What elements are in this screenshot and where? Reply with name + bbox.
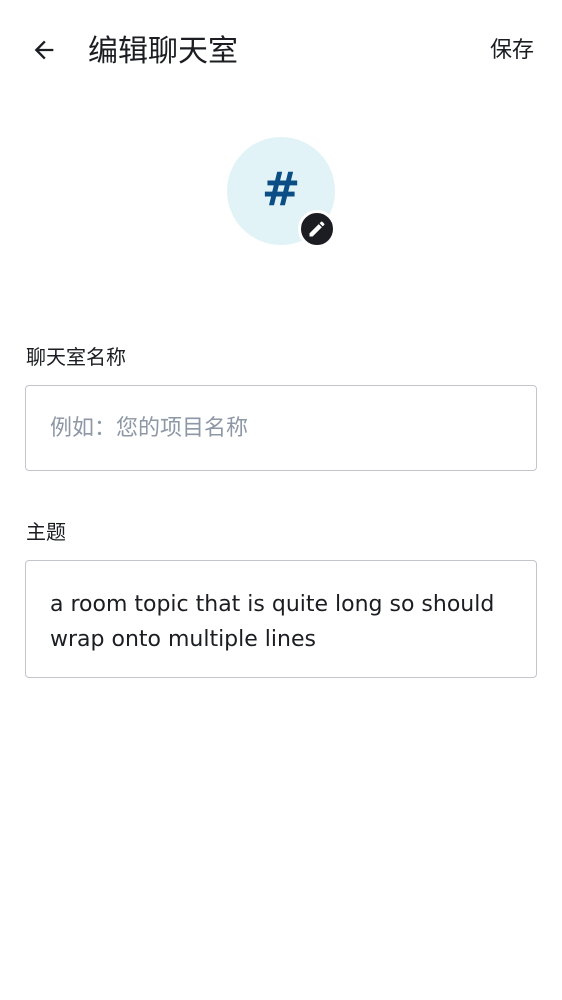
room-name-field[interactable] bbox=[25, 385, 537, 471]
pencil-icon bbox=[309, 221, 325, 237]
edit-room-screen: 编辑聊天室 保存 # 聊天室名称 主题 a room topic that is… bbox=[0, 0, 562, 1000]
save-button[interactable]: 保存 bbox=[490, 34, 534, 68]
topic-field[interactable]: a room topic that is quite long so shoul… bbox=[25, 560, 537, 678]
page-title: 编辑聊天室 bbox=[88, 34, 238, 69]
arrow-left-icon bbox=[34, 40, 54, 60]
topic-input[interactable]: a room topic that is quite long so shoul… bbox=[26, 561, 536, 677]
edit-avatar-button[interactable] bbox=[298, 210, 336, 248]
back-button[interactable] bbox=[22, 28, 66, 72]
room-name-input[interactable] bbox=[26, 386, 536, 470]
topic-label: 主题 bbox=[26, 520, 66, 544]
room-avatar-container[interactable]: # bbox=[227, 137, 337, 248]
room-name-label: 聊天室名称 bbox=[26, 345, 126, 369]
top-app-bar: 编辑聊天室 保存 bbox=[0, 0, 562, 102]
